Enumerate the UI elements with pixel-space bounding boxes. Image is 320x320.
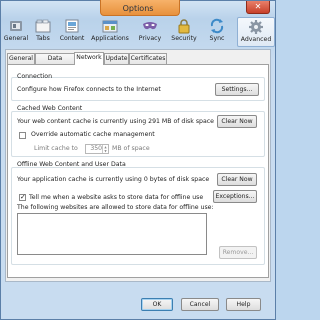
toolbar-label: Security xyxy=(171,35,197,42)
tabs-icon xyxy=(35,19,51,33)
toolbar-label: Applications xyxy=(91,35,129,42)
toolbar-label: General xyxy=(3,35,29,42)
applications-icon xyxy=(102,20,118,33)
cancel-button[interactable]: Cancel xyxy=(181,298,219,311)
toolbar-item-sync[interactable]: Sync xyxy=(205,17,229,47)
content-icon xyxy=(65,19,79,33)
cached-heading: Cached Web Content xyxy=(17,105,83,112)
lock-icon xyxy=(178,19,190,34)
toolbar-item-advanced[interactable]: Advanced xyxy=(237,17,275,47)
offline-list-label: The following websites are allowed to st… xyxy=(17,204,214,211)
title-bar[interactable]: Options ✕ xyxy=(1,0,275,17)
offline-heading: Offline Web Content and User Data xyxy=(17,161,126,168)
options-window: Options ✕ General Tabs Content Applicati… xyxy=(0,0,276,320)
offline-websites-list[interactable] xyxy=(17,213,207,255)
clear-cache-button[interactable]: Clear Now xyxy=(217,115,257,128)
toolbar-item-general[interactable]: General xyxy=(3,17,29,47)
toolbar-label: Sync xyxy=(209,35,225,42)
ok-button[interactable]: OK xyxy=(141,298,173,311)
offline-status-text: Your application cache is currently usin… xyxy=(17,176,210,183)
remove-button[interactable]: Remove... xyxy=(219,246,257,259)
toolbar-item-tabs[interactable]: Tabs xyxy=(32,17,54,47)
tab-update[interactable]: Update xyxy=(104,53,129,64)
toolbar-item-applications[interactable]: Applications xyxy=(89,17,131,47)
tell-me-label: Tell me when a website asks to store dat… xyxy=(29,194,204,201)
sync-icon xyxy=(210,18,224,34)
cache-status-text: Your web content cache is currently usin… xyxy=(17,118,214,125)
tab-general[interactable]: General xyxy=(7,53,35,64)
toolbar-item-privacy[interactable]: Privacy xyxy=(135,17,165,47)
privacy-mask-icon xyxy=(143,22,157,30)
tab-certificates[interactable]: Certificates xyxy=(129,53,167,64)
toolbar-item-security[interactable]: Security xyxy=(168,17,200,47)
override-cache-label: Override automatic cache management xyxy=(31,131,155,138)
tell-me-checkbox[interactable]: ✓ xyxy=(19,194,26,201)
spinner-arrows-icon[interactable]: ▲ ▼ xyxy=(102,145,108,153)
limit-cache-label: Limit cache to xyxy=(34,145,78,152)
toolbar-item-content[interactable]: Content xyxy=(57,17,87,47)
toolbar-label: Content xyxy=(59,35,85,42)
close-button[interactable]: ✕ xyxy=(246,1,270,14)
exceptions-button[interactable]: Exceptions... xyxy=(213,190,257,203)
gear-icon xyxy=(249,20,263,34)
connection-settings-button[interactable]: Settings... xyxy=(215,83,259,96)
clear-offline-button[interactable]: Clear Now xyxy=(217,173,257,186)
override-cache-checkbox[interactable] xyxy=(19,132,26,139)
switch-icon xyxy=(10,21,22,31)
toolbar-label: Tabs xyxy=(36,35,50,42)
connection-heading: Connection xyxy=(17,73,53,80)
cache-size-spinner[interactable]: 350 ▲ ▼ xyxy=(85,144,109,154)
tab-data-choices[interactable]: Data Choices xyxy=(35,53,75,72)
toolbar-label: Advanced xyxy=(240,36,272,43)
toolbar-label: Privacy xyxy=(138,35,162,42)
cache-unit-label: MB of space xyxy=(112,145,150,152)
help-button[interactable]: Help xyxy=(226,298,261,311)
connection-description: Configure how Firefox connects to the In… xyxy=(17,86,161,93)
preferences-toolbar: General Tabs Content Applications Privac… xyxy=(3,17,275,47)
window-title: Options xyxy=(122,4,154,13)
cache-size-value: 350 xyxy=(90,145,102,152)
tab-network[interactable]: Network xyxy=(74,52,104,65)
